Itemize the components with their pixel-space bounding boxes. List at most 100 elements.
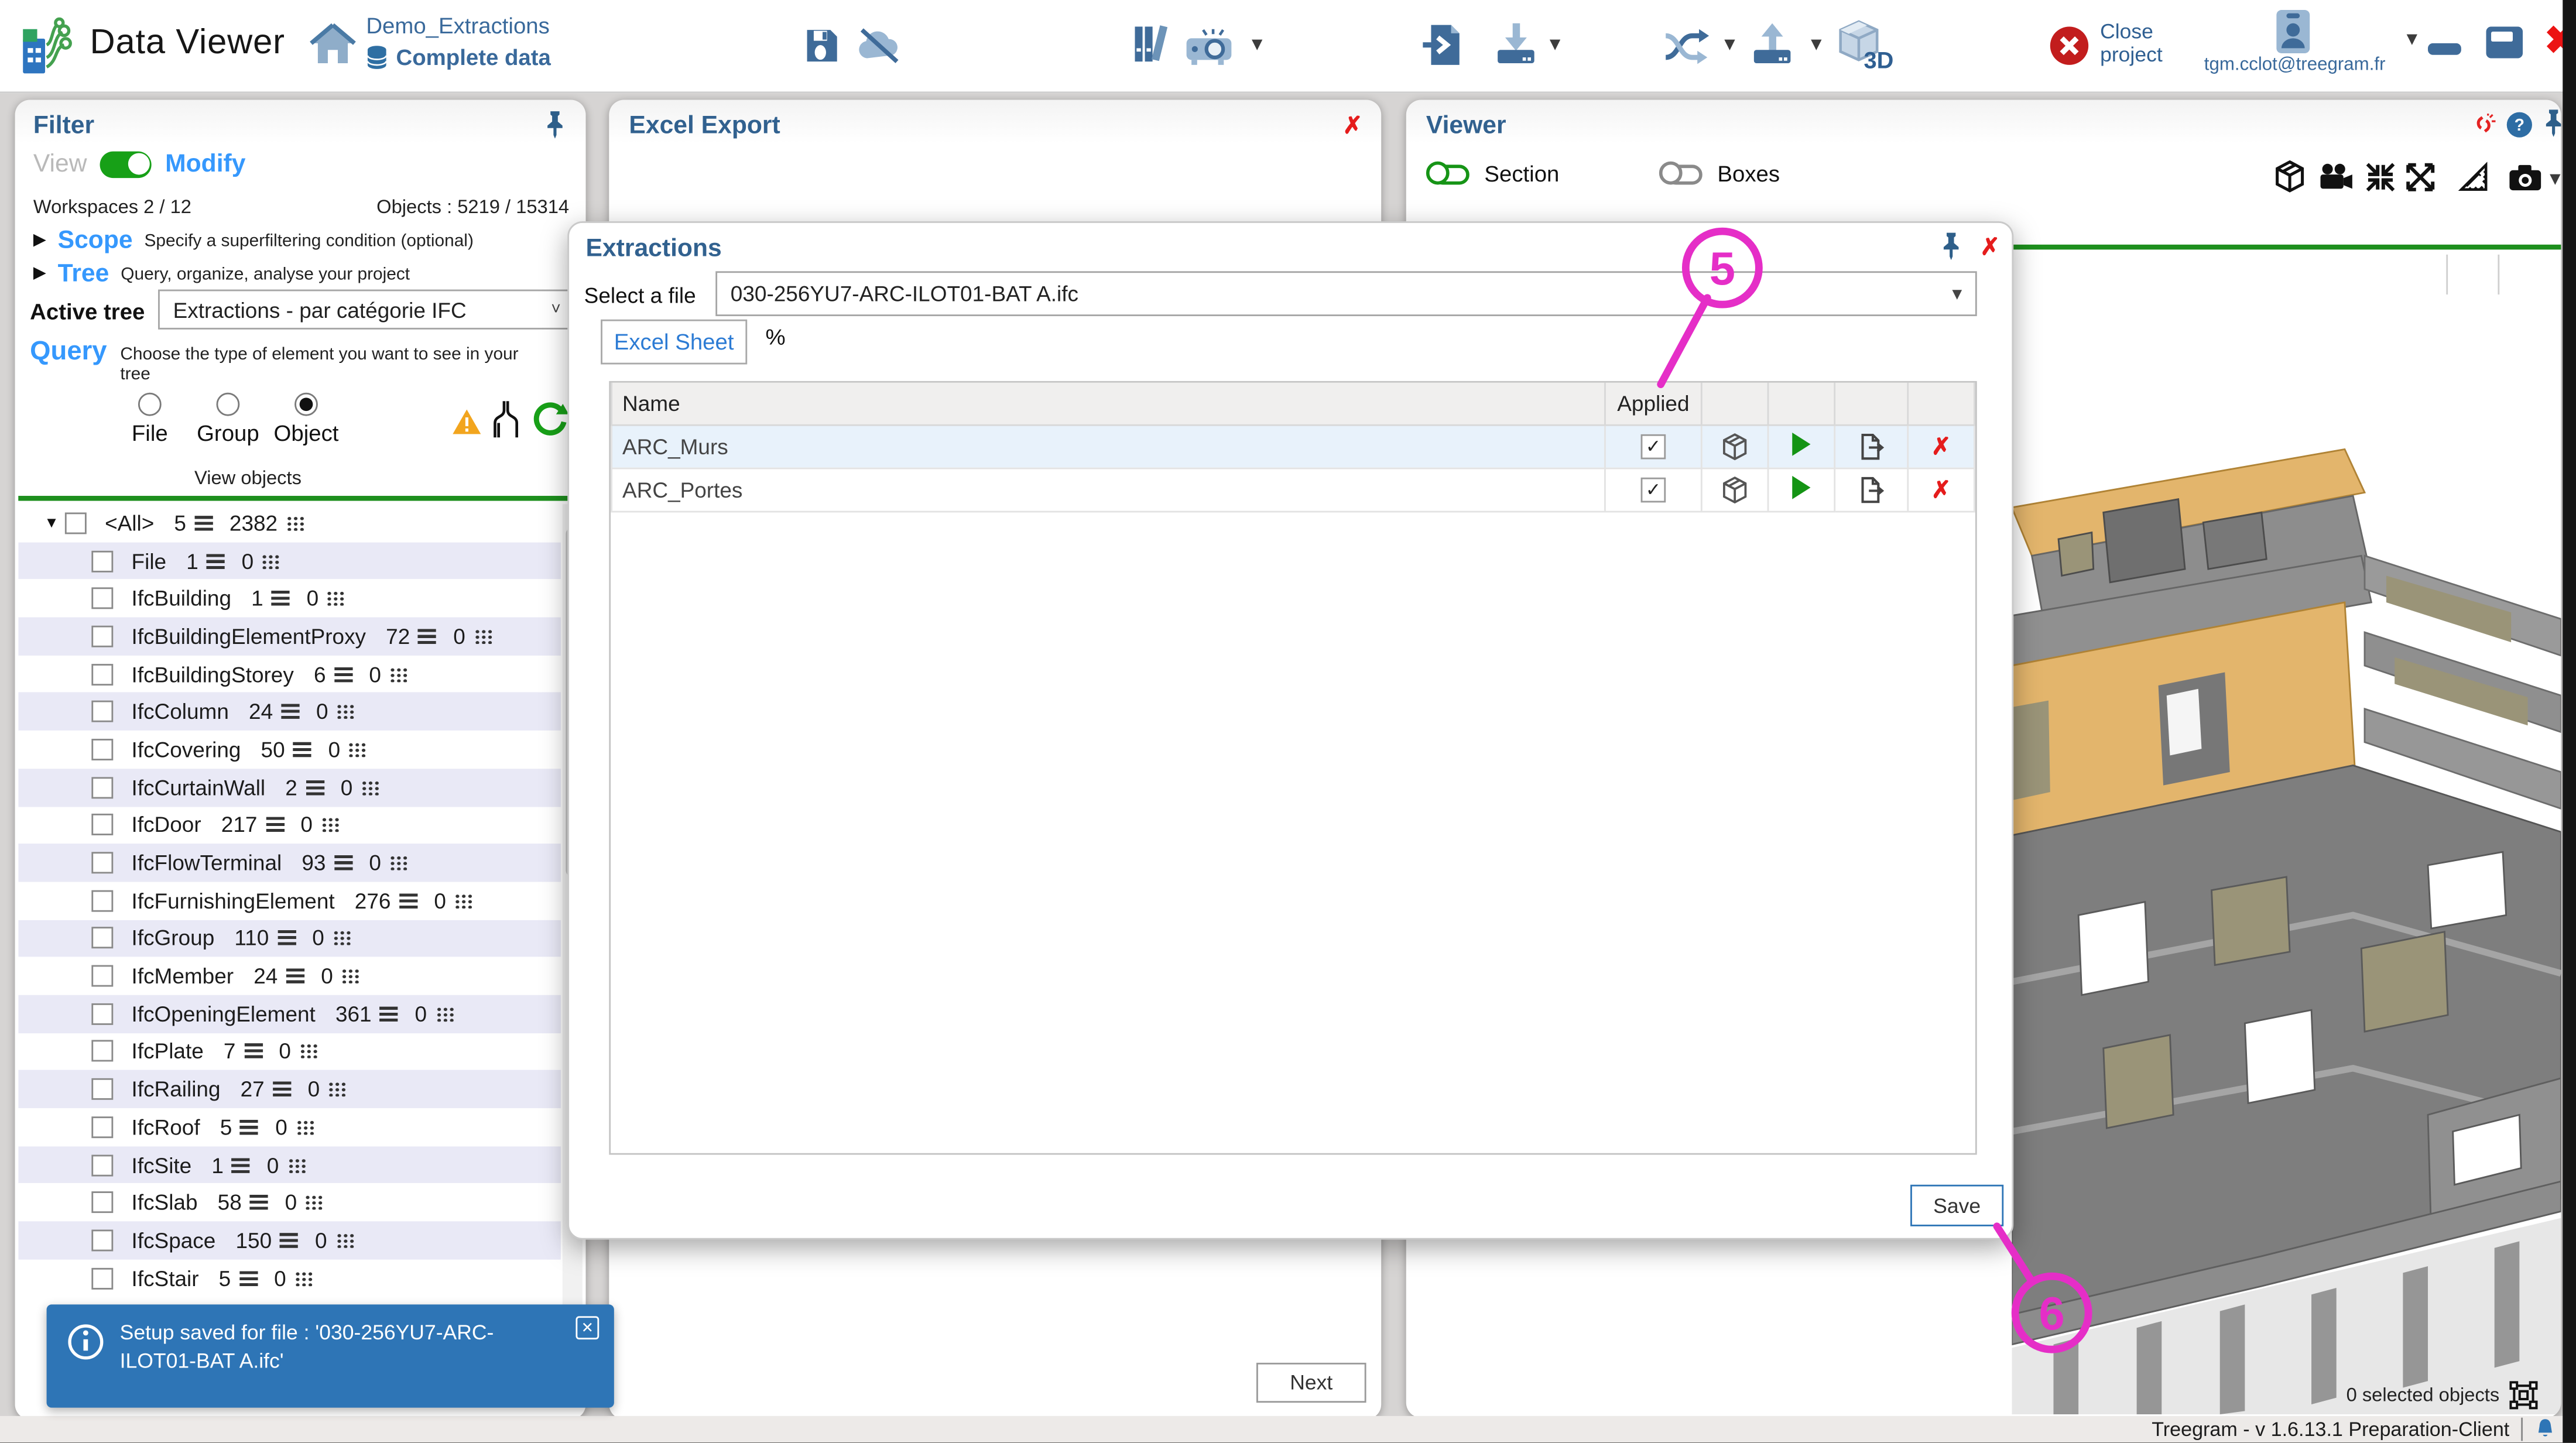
tree-row-checkbox[interactable] [91,739,113,760]
tree-row-checkbox[interactable] [91,1267,113,1289]
close-project-icon[interactable] [2049,25,2090,67]
radio-dot-icon[interactable] [138,393,162,416]
section-toggle[interactable] [1426,160,1471,188]
tree-row-checkbox[interactable] [91,588,113,609]
tree-row[interactable]: IfcBuilding10 [18,580,561,617]
modify-label[interactable]: Modify [165,150,245,178]
tree-row[interactable]: IfcCovering500 [18,731,561,768]
extraction-row[interactable]: ARC_Murs✓✗ [612,424,1975,468]
user-badge-icon[interactable] [2273,8,2313,55]
tree-row[interactable]: IfcMember240 [18,957,561,995]
projector-dropdown-caret-icon[interactable]: ▼ [1248,35,1266,55]
applied-checkbox[interactable]: ✓ [1641,434,1666,460]
help-icon[interactable]: ? [2506,111,2533,138]
upload-icon[interactable] [1751,22,1794,68]
tree-row-checkbox[interactable] [91,965,113,987]
tree-row-checkbox[interactable] [91,814,113,836]
tree-row-checkbox[interactable] [91,1192,113,1214]
tree-row-checkbox[interactable] [91,1078,113,1100]
tree-row[interactable]: File10 [18,542,561,580]
zoom-extents-icon[interactable] [2404,162,2436,193]
screenshot-icon[interactable] [2508,163,2543,191]
cloud-offline-icon[interactable] [855,26,902,64]
bell-icon[interactable] [2534,1418,2556,1441]
save-button[interactable]: Save [1910,1185,2003,1226]
tab-excel-sheet[interactable]: Excel Sheet [601,320,747,365]
close-project-button[interactable]: Closeproject [2100,20,2163,67]
run-extraction-icon[interactable] [1792,432,1810,455]
view-3d-icon[interactable] [1701,424,1768,468]
projector-icon[interactable] [1185,28,1235,66]
next-button[interactable]: Next [1256,1363,1366,1403]
user-dropdown-caret-icon[interactable]: ▼ [2403,30,2421,50]
measure-icon[interactable] [2458,162,2489,193]
run-extraction-icon[interactable] [1792,475,1810,498]
zoom-fit-icon[interactable] [2365,162,2396,193]
tree-row[interactable]: IfcGroup1100 [18,920,561,957]
scope-expand-caret-icon[interactable]: ▶ [33,231,46,249]
dataset-name[interactable]: Complete data [396,45,550,70]
modal-close-icon[interactable]: ✗ [1980,235,1999,258]
tree-row[interactable]: IfcOpeningElement3610 [18,995,561,1033]
3d-model-view[interactable] [2012,416,2561,1414]
tree-row[interactable]: IfcSlab580 [18,1184,561,1221]
transform-icon[interactable] [1664,28,1711,65]
active-tree-select[interactable]: Extractions - par catégorie IFC ˅ [158,290,573,330]
radio-object[interactable]: Object [268,393,345,446]
tree-row[interactable]: IfcBuildingStorey60 [18,655,561,693]
column-header-name[interactable]: Name [612,383,1605,424]
applied-checkbox[interactable]: ✓ [1641,478,1666,503]
tree-row-checkbox[interactable] [91,852,113,873]
tree-row[interactable]: IfcFlowTerminal930 [18,844,561,882]
tree-row-checkbox[interactable] [91,776,113,798]
tree-row[interactable]: IfcFurnishingElement2760 [18,882,561,919]
tab-percent[interactable]: % [765,324,785,349]
camera-path-icon[interactable] [2318,163,2355,191]
tree-row-checkbox[interactable] [91,701,113,722]
extraction-row[interactable]: ARC_Portes✓✗ [612,468,1975,511]
tree-row-checkbox[interactable] [91,550,113,571]
import-file-icon[interactable] [1423,23,1464,67]
tree-row[interactable]: IfcRailing270 [18,1071,561,1108]
tree-row[interactable]: IfcColumn240 [18,693,561,731]
tree-row-checkbox[interactable] [91,890,113,911]
tree-collapse-caret-icon[interactable]: ▼ [38,515,64,531]
tree-row-checkbox[interactable] [91,663,113,685]
transform-dropdown-caret-icon[interactable]: ▼ [1721,35,1739,55]
tree-row[interactable]: IfcRoof50 [18,1108,561,1146]
download-setup-icon[interactable] [1494,22,1537,68]
column-header-applied[interactable]: Applied [1605,383,1701,424]
unlink-icon[interactable] [2471,113,2496,138]
radio-dot-icon[interactable] [294,393,318,416]
tree-row[interactable]: IfcBuildingElementProxy720 [18,618,561,655]
tree-row-checkbox[interactable] [91,625,113,647]
notification-close-icon[interactable]: ✕ [576,1316,599,1339]
boxes-toggle[interactable] [1659,160,1704,188]
project-name[interactable]: Demo_Extractions [366,13,550,39]
download-dropdown-caret-icon[interactable]: ▼ [1546,35,1564,55]
tree-row[interactable]: IfcStair50 [18,1259,561,1297]
export-extraction-icon[interactable] [1835,424,1908,468]
save-icon[interactable] [804,26,841,64]
delete-extraction-icon[interactable]: ✗ [1931,475,1951,501]
cube-view-icon[interactable] [2273,160,2307,193]
delete-extraction-icon[interactable]: ✗ [1931,432,1951,458]
home-icon[interactable] [310,22,357,67]
export-3d-icon[interactable]: 3D [1835,18,1892,75]
excel-export-close-icon[interactable]: ✗ [1343,113,1362,136]
tree-row[interactable]: IfcCurtainWall20 [18,769,561,806]
tree-row[interactable]: IfcSpace1500 [18,1221,561,1259]
radio-dot-icon[interactable] [217,393,240,416]
tree-row-checkbox[interactable] [91,1116,113,1138]
pin-icon[interactable] [544,110,566,140]
radio-group[interactable]: Group [190,393,266,446]
tree-row[interactable]: IfcDoor2170 [18,806,561,844]
view-3d-icon[interactable] [1701,468,1768,511]
screenshot-caret-icon[interactable]: ▼ [2546,170,2561,190]
tree-expand-caret-icon[interactable]: ▶ [33,265,46,283]
viewer-pin-icon[interactable] [2543,108,2561,138]
tree-row[interactable]: ▼<All>52382 [18,504,561,541]
tree-row[interactable]: IfcPlate70 [18,1033,561,1070]
upload-dropdown-caret-icon[interactable]: ▼ [1807,35,1825,55]
tree-row-checkbox[interactable] [91,1229,113,1251]
